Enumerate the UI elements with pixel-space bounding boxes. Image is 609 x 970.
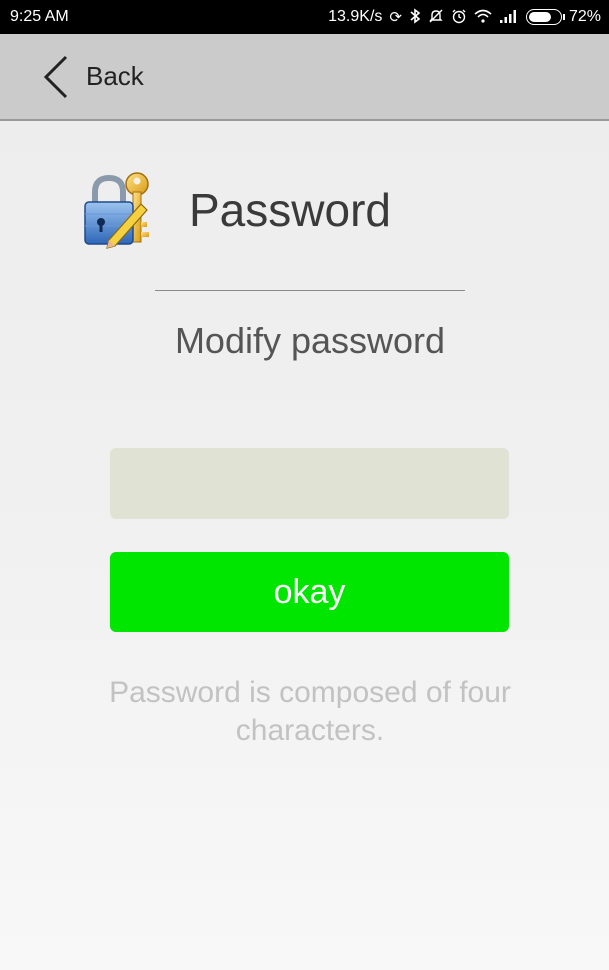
status-indicators: 13.9K/s ⟳ 72% <box>328 7 601 27</box>
back-button[interactable]: Back <box>42 55 144 99</box>
lock-key-icon <box>84 172 149 249</box>
mute-icon <box>428 8 444 27</box>
net-speed: 13.9K/s <box>328 8 383 25</box>
okay-button[interactable]: okay <box>110 552 509 632</box>
alarm-icon <box>451 8 467 27</box>
password-input[interactable] <box>110 448 509 519</box>
battery-percent: 72% <box>568 8 601 25</box>
battery-icon <box>525 9 565 25</box>
back-label: Back <box>86 61 144 91</box>
bluetooth-icon <box>409 7 421 27</box>
page-header: Password <box>79 170 391 250</box>
chevron-left-icon <box>43 55 68 98</box>
section-subtitle: Modify password <box>174 320 446 361</box>
divider <box>155 290 465 291</box>
wifi-icon <box>474 9 492 26</box>
page-title: Password <box>189 184 391 236</box>
sync-icon: ⟳ <box>389 8 402 26</box>
status-time: 9:25 AM <box>10 8 69 25</box>
status-bar: 9:25 AM 13.9K/s ⟳ 72% <box>0 0 609 34</box>
signal-icon <box>499 9 519 26</box>
password-hint: Password is composed of four characters. <box>109 676 511 747</box>
nav-bar: Back <box>0 34 609 121</box>
